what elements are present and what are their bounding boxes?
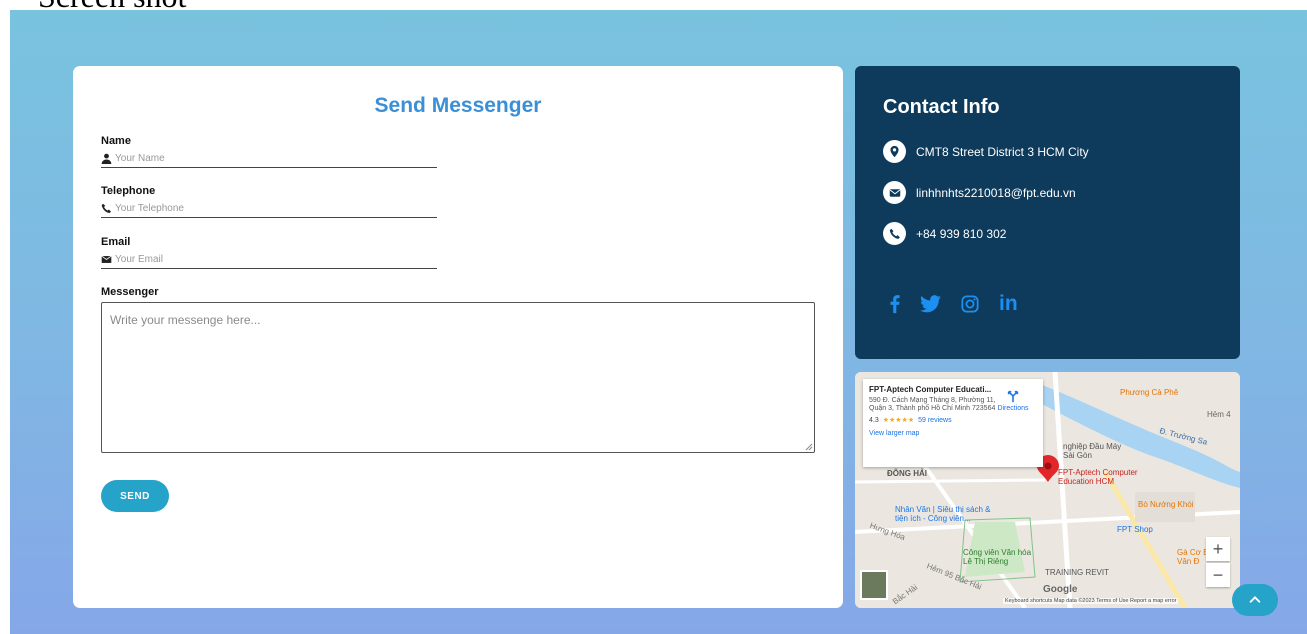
view-larger-map-link[interactable]: View larger map <box>869 430 1037 437</box>
email-label: Email <box>101 236 131 248</box>
facebook-icon[interactable] <box>889 294 900 314</box>
message-label: Messenger <box>101 286 159 298</box>
page-background: Send Messenger Name Your Name Telephone … <box>10 10 1307 634</box>
map-label-nhan-van: Nhân Văn | Siêu thị sách & tiện ích - Cô… <box>895 505 991 523</box>
resize-grip-icon[interactable] <box>805 443 813 451</box>
location-pin-icon <box>883 140 906 163</box>
map-label-fpt-shop: FPT Shop <box>1117 525 1153 534</box>
map-rating: 4.3 ★★★★★ 59 reviews <box>869 416 1037 425</box>
contact-info-panel: Contact Info CMT8 Street District 3 HCM … <box>855 66 1240 359</box>
map-label-hem: Hẻm 4 <box>1207 410 1231 419</box>
map-label-bo-nuong: Bò Nướng Khói <box>1138 500 1194 509</box>
name-placeholder: Your Name <box>115 153 165 164</box>
phone-icon <box>883 222 906 245</box>
directions-button[interactable]: Directions <box>991 389 1035 412</box>
map-label-dong-hai: ĐÔNG HẢI <box>887 469 927 478</box>
map-label-cong-vien: Công viên Văn hóa Lê Thị Riêng <box>963 548 1032 566</box>
email-text[interactable]: linhhnhts2210018@fpt.edu.vn <box>916 186 1076 200</box>
phone-row: +84 939 810 302 <box>883 222 1006 245</box>
map-footer[interactable]: Keyboard shortcuts Map data ©2023 Terms … <box>1003 598 1179 604</box>
zoom-out-button[interactable]: − <box>1206 563 1230 587</box>
telephone-placeholder: Your Telephone <box>115 203 184 214</box>
map-reviews-link[interactable]: 59 reviews <box>918 417 951 424</box>
social-links: in <box>889 292 1018 316</box>
embedded-map[interactable]: FPT-Aptech Computer Educati... 590 Đ. Cá… <box>855 372 1240 608</box>
contact-form: Send Messenger Name Your Name Telephone … <box>73 66 843 608</box>
form-title: Send Messenger <box>374 94 542 117</box>
message-placeholder: Write your messenge here... <box>110 313 261 327</box>
email-placeholder: Your Email <box>115 254 163 265</box>
user-icon <box>101 153 112 164</box>
envelope-icon <box>101 255 112 263</box>
map-pin-label: FPT-Aptech Computer Education HCM <box>1058 468 1138 486</box>
map-label-training: TRAINING REVIT <box>1045 568 1110 577</box>
map-rating-stars: ★★★★★ <box>882 417 915 424</box>
map-place-name: FPT-Aptech Computer Educati... <box>869 385 992 394</box>
envelope-icon <box>883 181 906 204</box>
address-row: CMT8 Street District 3 HCM City <box>883 140 1089 163</box>
map-info-popup: FPT-Aptech Computer Educati... 590 Đ. Cá… <box>863 379 1043 467</box>
chevron-up-icon <box>1249 596 1261 603</box>
address-text: CMT8 Street District 3 HCM City <box>916 144 1089 159</box>
contact-info-title: Contact Info <box>883 96 1000 118</box>
name-field[interactable]: Your Name <box>101 150 437 168</box>
twitter-icon[interactable] <box>920 295 941 313</box>
name-label: Name <box>101 135 131 147</box>
scroll-to-top-button[interactable] <box>1232 584 1278 616</box>
email-row: linhhnhts2210018@fpt.edu.vn <box>883 181 1076 204</box>
directions-icon <box>1007 390 1019 403</box>
map-rating-value: 4.3 <box>869 416 879 424</box>
email-field[interactable]: Your Email <box>101 251 437 269</box>
google-logo: Google <box>1043 584 1078 595</box>
phone-text[interactable]: +84 939 810 302 <box>916 227 1006 241</box>
map-place-address: 590 Đ. Cách Mạng Tháng 8, Phường 11, Quậ… <box>869 397 996 412</box>
message-textarea[interactable]: Write your messenge here... <box>101 302 815 453</box>
phone-icon <box>101 203 111 213</box>
instagram-icon[interactable] <box>961 295 979 313</box>
telephone-field[interactable]: Your Telephone <box>101 200 437 218</box>
telephone-label: Telephone <box>101 185 156 197</box>
linkedin-icon[interactable]: in <box>999 292 1018 316</box>
map-label-nghiep-dau: nghiệp Đầu Máy Sài Gòn <box>1063 442 1122 460</box>
zoom-in-button[interactable]: + <box>1206 537 1230 561</box>
directions-label: Directions <box>997 405 1029 412</box>
map-label-cafe: Phương Cà Phê <box>1120 388 1179 397</box>
send-button[interactable]: SEND <box>101 480 169 512</box>
